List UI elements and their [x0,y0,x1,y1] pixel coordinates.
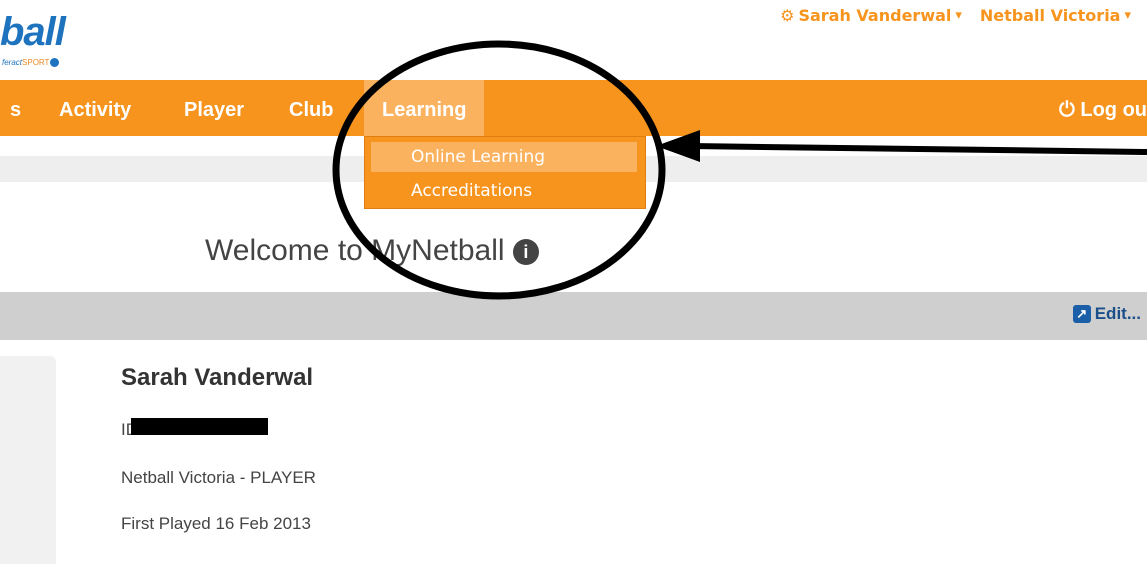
nav-item-learning[interactable]: Learning [364,80,485,136]
subnav-strip [0,156,364,182]
subnav-strip [646,156,1147,182]
chevron-down-icon: ▾ [1124,8,1131,23]
redaction-bar [131,418,268,435]
edit-label: Edit... [1094,304,1141,323]
logout-button[interactable]: ⏻ Log ou [1059,80,1147,136]
nav-item-activity[interactable]: Activity [59,80,131,136]
profile-first-played: First Played 16 Feb 2013 [121,514,311,533]
power-icon: ⏻ [1058,99,1081,121]
menu-item-online-learning[interactable]: Online Learning [371,142,637,172]
annotation-arrow-line [689,143,1147,155]
org-name: Netball Victoria [979,6,1121,25]
user-menu[interactable]: ⚙ Sarah Vanderwal ▾ [780,6,962,25]
user-name: Sarah Vanderwal [798,6,952,25]
logo-dot-icon [50,58,60,68]
page-title: Welcome to MyNetball i [205,234,539,268]
org-menu[interactable]: Netball Victoria ▾ [980,6,1131,25]
info-icon[interactable]: i [512,239,539,266]
main-nav: s Activity Player Club Learning ⏻ Log ou [0,80,1147,136]
top-user-bar: ⚙ Sarah Vanderwal ▾ Netball Victoria ▾ [780,6,1131,25]
gear-icon: ⚙ [780,6,795,25]
nav-item-club[interactable]: Club [289,80,333,136]
logout-label: Log ou [1080,99,1147,121]
profile-photo-panel [0,356,56,564]
learning-dropdown: Online Learning Accreditations [364,136,646,209]
nav-item-player[interactable]: Player [184,80,244,136]
logo-sub-right: SPORT [22,58,50,67]
profile-header-bar: ↗ Edit... [0,292,1147,340]
logo[interactable]: ball feractSPORT [0,10,66,68]
profile-org-role: Netball Victoria - PLAYER [121,468,316,487]
chevron-down-icon: ▾ [955,8,962,23]
nav-item-partial[interactable]: s [10,80,21,136]
logo-subtext: feractSPORT [2,58,60,68]
logo-text: ball [0,10,66,54]
menu-item-accreditations[interactable]: Accreditations [371,176,637,206]
logo-sub-left: feract [2,58,23,67]
external-link-icon: ↗ [1072,305,1091,323]
welcome-text: Welcome to MyNetball [205,234,505,267]
profile-name: Sarah Vanderwal [121,364,314,391]
edit-link[interactable]: ↗ Edit... [1072,304,1141,324]
